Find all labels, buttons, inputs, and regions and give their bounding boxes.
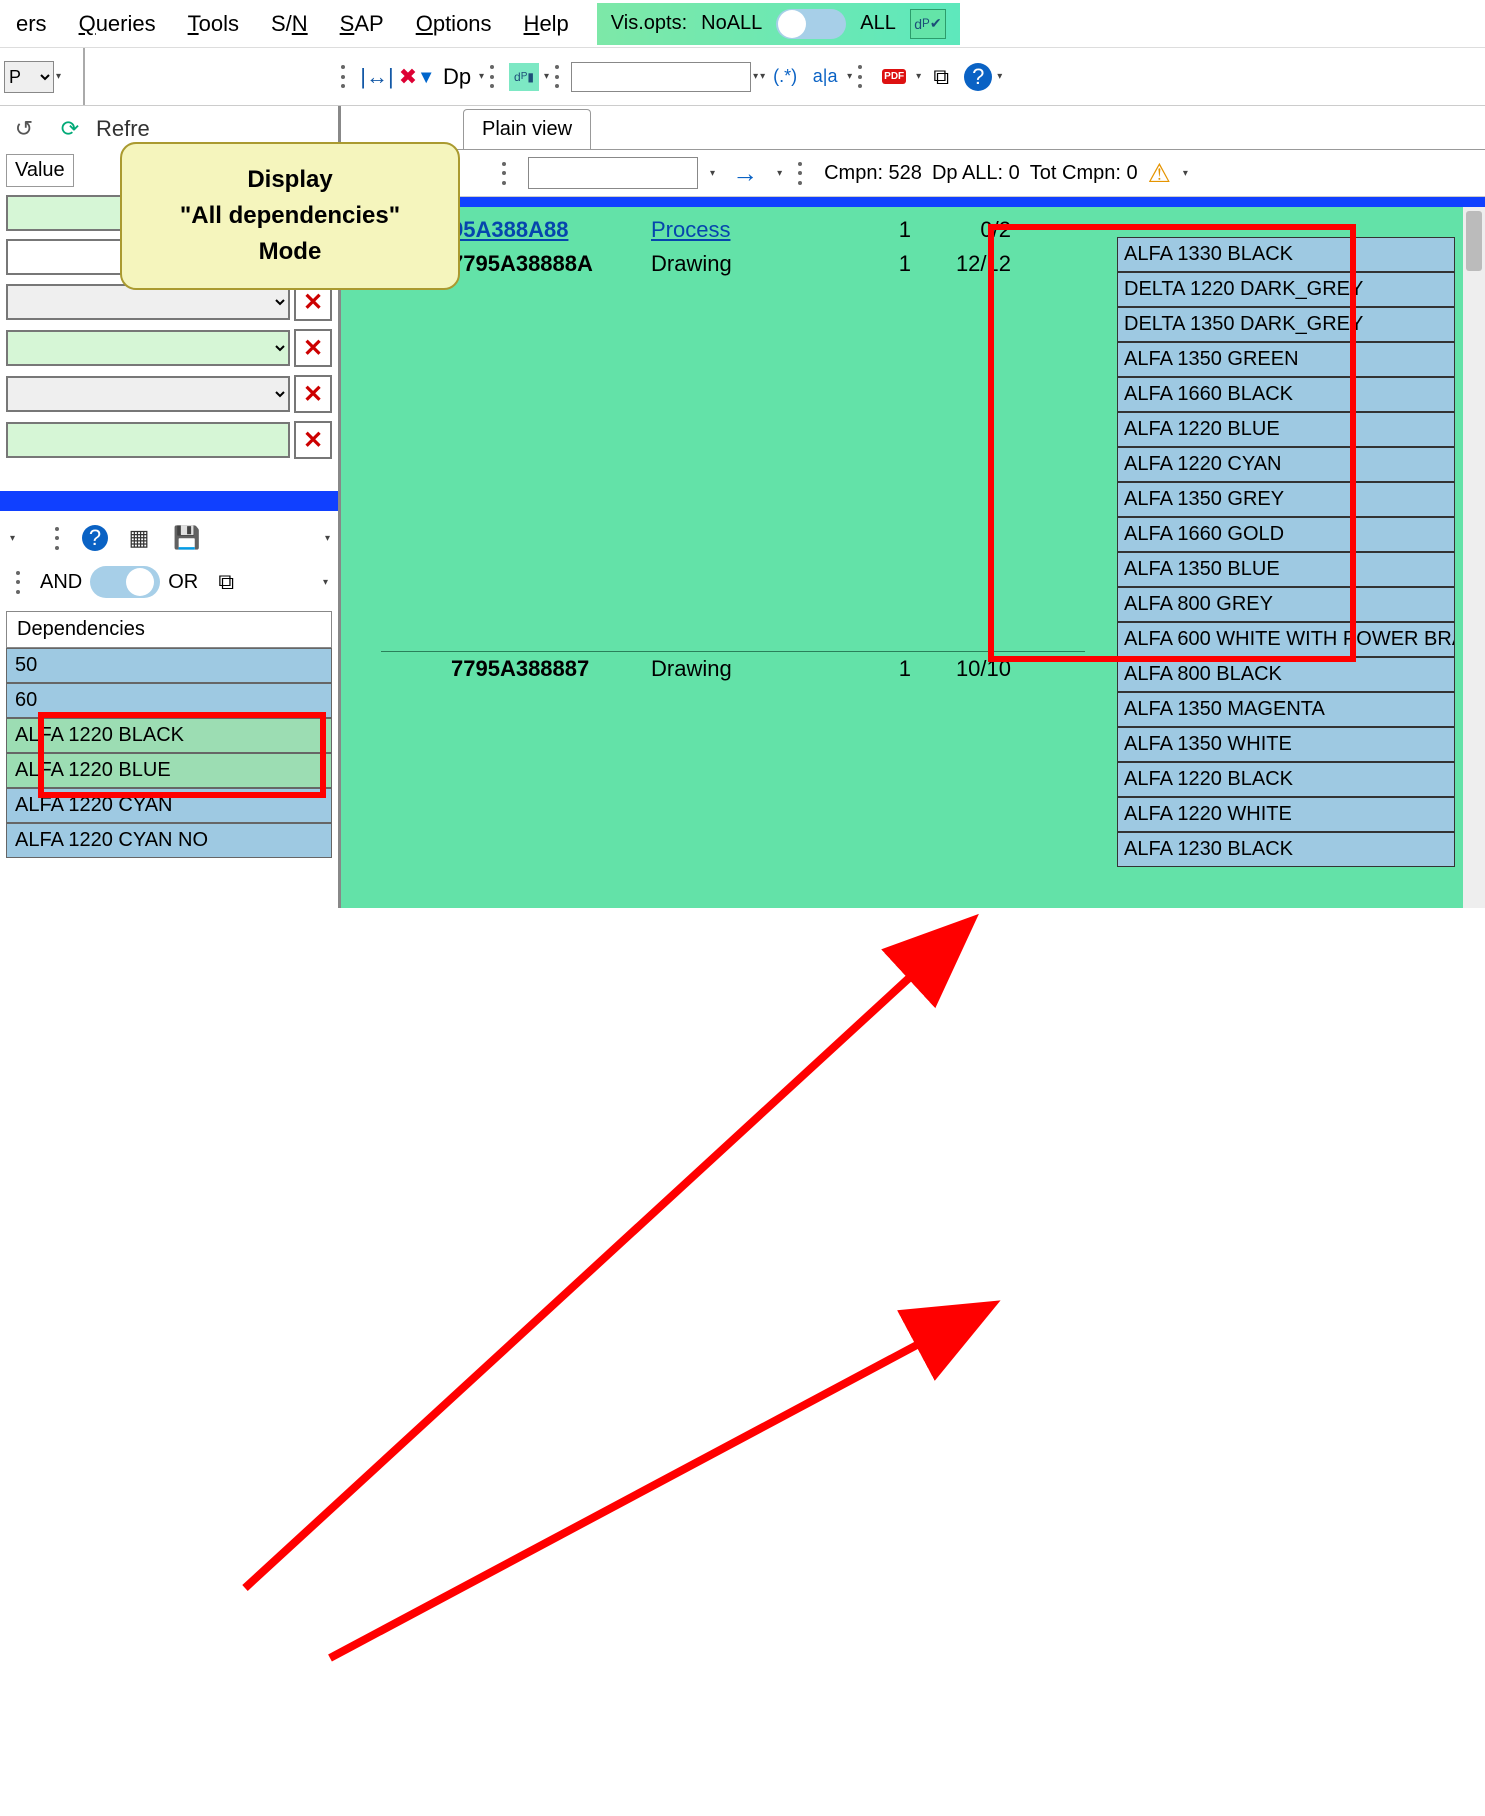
and-label: AND (40, 571, 82, 594)
menu-sap[interactable]: SAP (324, 3, 400, 45)
grip-icon[interactable] (798, 156, 808, 190)
highlight-box (38, 712, 326, 798)
grip-icon[interactable] (16, 565, 26, 599)
scrollbar[interactable] (1463, 207, 1485, 908)
chevron-down-icon[interactable]: ▾ (847, 71, 852, 82)
dependencies-header: Dependencies (6, 611, 332, 648)
right-dep-item[interactable]: ALFA 1350 WHITE (1117, 727, 1455, 762)
visopts-all: ALL (860, 12, 896, 35)
visopts-label: Vis.opts: (611, 12, 687, 35)
chevron-down-icon[interactable]: ▾ (10, 533, 15, 544)
fit-width-icon[interactable]: |↔| (360, 60, 394, 94)
menu-help[interactable]: Help (508, 3, 585, 45)
save-icon[interactable]: 💾 (170, 521, 204, 555)
chevron-down-icon[interactable]: ▾ (544, 71, 549, 82)
tab-plain-view[interactable]: Plain view (463, 109, 591, 149)
refresh-label[interactable]: Refre (96, 116, 150, 142)
chevron-down-icon[interactable]: ▾ (916, 71, 921, 82)
value-header: Value (6, 154, 74, 187)
menubar: ers Queries Tools S/N SAP Options Help V… (0, 0, 1485, 48)
chevron-down-icon[interactable]: ▾ (777, 168, 782, 179)
refresh-icon[interactable]: ⟳ (53, 112, 87, 146)
annotation-callout: Display"All dependencies"Mode (120, 142, 460, 290)
right-dep-item[interactable]: ALFA 1220 WHITE (1117, 797, 1455, 832)
chevron-down-icon[interactable]: ▾ (760, 71, 765, 82)
chevron-down-icon[interactable]: ▾ (56, 71, 61, 82)
chevron-down-icon[interactable]: ▾ (753, 71, 758, 82)
annotation-arrows (0, 908, 1485, 1816)
history-icon[interactable]: ↺ (7, 112, 41, 146)
search-input[interactable] (571, 62, 751, 92)
grip-icon[interactable] (341, 60, 351, 94)
dependencies-panel: ▾ ? ▦ 💾 ▾ AND OR ⧉ ▾ Dependencies 5060AL… (0, 509, 338, 864)
help-icon[interactable]: ? (964, 63, 992, 91)
dropdown-p[interactable]: P (4, 61, 54, 93)
dep-item[interactable]: 50 (6, 648, 332, 683)
match-case-icon[interactable]: a|a (808, 60, 842, 94)
menu-tools[interactable]: Tools (172, 3, 255, 45)
right-dep-item[interactable]: ALFA 800 BLACK (1117, 657, 1455, 692)
clear-filter-icon[interactable]: ✖▼ (400, 60, 434, 94)
dp-bar-icon[interactable]: dP▮ (509, 63, 539, 91)
visopts-toggle[interactable] (776, 9, 846, 39)
go-icon[interactable]: → (728, 156, 762, 190)
grip-icon[interactable] (858, 60, 868, 94)
chevron-down-icon[interactable]: ▾ (1183, 168, 1188, 179)
dp-check-icon[interactable]: dP✔ (910, 9, 946, 39)
highlight-box (988, 224, 1356, 662)
chevron-down-icon[interactable]: ▾ (323, 577, 328, 588)
grip-icon[interactable] (55, 521, 65, 555)
right-dep-item[interactable]: ALFA 1350 MAGENTA (1117, 692, 1455, 727)
visopts-bar: Vis.opts: NoALL ALL dP✔ (597, 3, 960, 45)
value-input[interactable] (6, 422, 290, 458)
right-dep-item[interactable]: ALFA 1220 BLACK (1117, 762, 1455, 797)
grip-icon[interactable] (490, 60, 500, 94)
copy-icon[interactable]: ⧉ (924, 60, 958, 94)
delete-button[interactable]: ✕ (294, 329, 332, 367)
divider (0, 491, 338, 509)
dep-item[interactable]: ALFA 1220 CYAN NO (6, 823, 332, 858)
chevron-down-icon[interactable]: ▾ (479, 71, 484, 82)
grip-icon[interactable] (502, 156, 512, 190)
chevron-down-icon[interactable]: ▾ (325, 533, 330, 544)
right-dep-item[interactable]: ALFA 1230 BLACK (1117, 832, 1455, 867)
value-select[interactable] (6, 330, 290, 366)
grip-icon[interactable] (555, 60, 565, 94)
tot-label: Tot Cmpn: 0 (1030, 162, 1138, 185)
or-label: OR (168, 571, 198, 594)
value-select[interactable] (6, 376, 290, 412)
andor-toggle[interactable] (90, 566, 160, 598)
delete-button[interactable]: ✕ (294, 421, 332, 459)
dpall-label: Dp ALL: 0 (932, 162, 1020, 185)
menu-sn[interactable]: S/N (255, 3, 324, 45)
calculator-icon[interactable]: ▦ (122, 521, 156, 555)
chevron-down-icon[interactable]: ▾ (997, 71, 1002, 82)
regex-icon[interactable]: (.*) (768, 60, 802, 94)
toolbar-secondary: P ▾ |↔| ✖▼ Dp ▾ dP▮ ▾ ▾ ▾ (.*) a|a ▾ PDF… (0, 48, 1485, 106)
menu-ers[interactable]: ers (0, 3, 63, 45)
visopts-noall: NoALL (701, 12, 762, 35)
copy-icon[interactable]: ⧉ (209, 565, 243, 599)
warning-icon[interactable]: ⚠ (1148, 158, 1171, 189)
pdf-icon[interactable]: PDF (877, 60, 911, 94)
code-input[interactable] (528, 157, 698, 189)
cmpn-label: Cmpn: 528 (824, 162, 922, 185)
delete-button[interactable]: ✕ (294, 375, 332, 413)
menu-options[interactable]: Options (400, 3, 508, 45)
annotation-text: Display"All dependencies"Mode (180, 162, 400, 270)
menu-queries[interactable]: Queries (63, 3, 172, 45)
chevron-down-icon[interactable]: ▾ (710, 168, 715, 179)
dp-label: Dp (440, 60, 474, 94)
help-icon[interactable]: ? (82, 525, 108, 551)
sub-toolbar: ▾ ▾ → ▾ Cmpn: 528 Dp ALL: 0 Tot Cmpn: 0 … (341, 150, 1485, 197)
